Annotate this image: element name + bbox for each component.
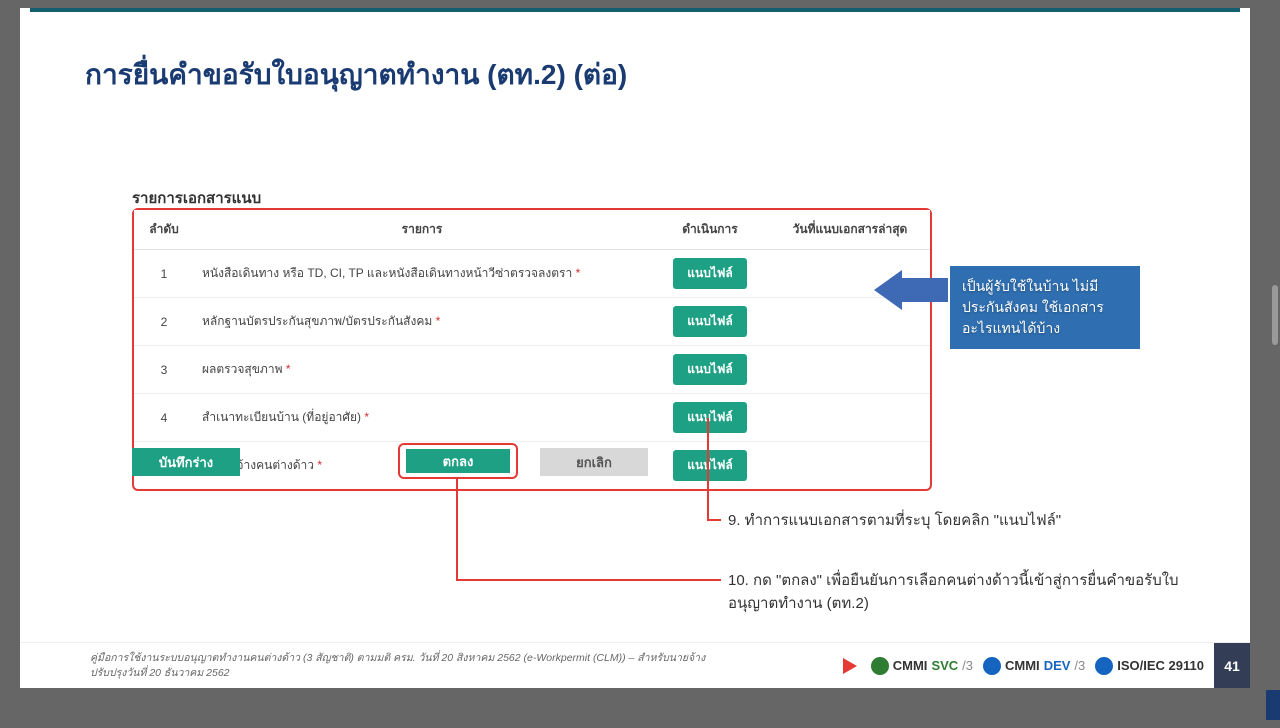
footer-text: คู่มือการใช้งานระบบอนุญาตทำงานคนต่างด้าว… [90, 651, 705, 679]
col-index: ลำดับ [134, 210, 194, 250]
table-header-row: ลำดับ รายการ ดำเนินการ วันที่แนบเอกสารล่… [134, 210, 930, 250]
circle-icon [983, 657, 1001, 675]
callout-box: เป็นผู้รับใช้ในบ้าน ไม่มีประกันสังคม ใช้… [950, 266, 1140, 349]
col-action: ดำเนินการ [650, 210, 770, 250]
row-index: 2 [134, 298, 194, 346]
row-index: 3 [134, 346, 194, 394]
attach-button[interactable]: แนบไฟล์ [673, 402, 746, 433]
connector-line [707, 418, 709, 520]
slide: การยื่นคำขอรับใบอนุญาตทำงาน (ตท.2) (ต่อ)… [20, 8, 1250, 688]
attach-button[interactable]: แนบไฟล์ [673, 450, 746, 481]
connector-line [456, 579, 721, 581]
footer-logos: CMMISVC/3 CMMIDEV/3 ISO/IEC 29110 41 [843, 643, 1250, 689]
row-name: หนังสือเดินทาง หรือ TD, CI, TP และหนังสื… [194, 250, 650, 298]
attach-button[interactable]: แนบไฟล์ [673, 306, 746, 337]
table-row: 4 สำเนาทะเบียนบ้าน (ที่อยู่อาศัย) * แนบไ… [134, 394, 930, 442]
page-number: 41 [1214, 643, 1250, 689]
circle-icon [1095, 657, 1113, 675]
col-date: วันที่แนบเอกสารล่าสุด [770, 210, 930, 250]
table-row: 1 หนังสือเดินทาง หรือ TD, CI, TP และหนัง… [134, 250, 930, 298]
row-name: ผลตรวจสุขภาพ * [194, 346, 650, 394]
row-index: 1 [134, 250, 194, 298]
cancel-button[interactable]: ยกเลิก [540, 448, 648, 476]
iso-logo: ISO/IEC 29110 [1095, 657, 1204, 675]
footer: คู่มือการใช้งานระบบอนุญาตทำงานคนต่างด้าว… [20, 642, 1250, 688]
table-row: 3 ผลตรวจสุขภาพ * แนบไฟล์ [134, 346, 930, 394]
scrollbar-thumb[interactable] [1272, 285, 1278, 345]
side-accent [1266, 690, 1280, 720]
connector-line [456, 479, 458, 579]
row-name: สำเนาทะเบียนบ้าน (ที่อยู่อาศัย) * [194, 394, 650, 442]
panel-heading: รายการเอกสารแนบ [132, 186, 261, 210]
cmmi-dev-logo: CMMIDEV/3 [983, 657, 1085, 675]
top-accent-bar [30, 8, 1240, 12]
confirm-button[interactable]: ตกลง [406, 449, 510, 473]
triangle-icon [843, 658, 857, 674]
attachment-table: ลำดับ รายการ ดำเนินการ วันที่แนบเอกสารล่… [132, 208, 932, 491]
table-row: 5 สัญญาจ้างคนต่างด้าว * แนบไฟล์ [134, 442, 930, 490]
row-index: 4 [134, 394, 194, 442]
connector-line [707, 519, 721, 521]
page-title: การยื่นคำขอรับใบอนุญาตทำงาน (ตท.2) (ต่อ) [85, 53, 627, 97]
row-name: หลักฐานบัตรประกันสุขภาพ/บัตรประกันสังคม … [194, 298, 650, 346]
save-draft-button[interactable]: บันทึกร่าง [132, 448, 240, 476]
col-name: รายการ [194, 210, 650, 250]
cmmi-svc-logo: CMMISVC/3 [871, 657, 973, 675]
circle-icon [871, 657, 889, 675]
attach-button[interactable]: แนบไฟล์ [673, 354, 746, 385]
step-9-text: 9. ทำการแนบเอกสารตามที่ระบุ โดยคลิก "แนบ… [728, 510, 1168, 533]
table-row: 2 หลักฐานบัตรประกันสุขภาพ/บัตรประกันสังค… [134, 298, 930, 346]
confirm-highlight: ตกลง [398, 443, 518, 479]
attach-button[interactable]: แนบไฟล์ [673, 258, 746, 289]
step-10-text: 10. กด "ตกลง" เพื่อยืนยันการเลือกคนต่างด… [728, 570, 1198, 615]
